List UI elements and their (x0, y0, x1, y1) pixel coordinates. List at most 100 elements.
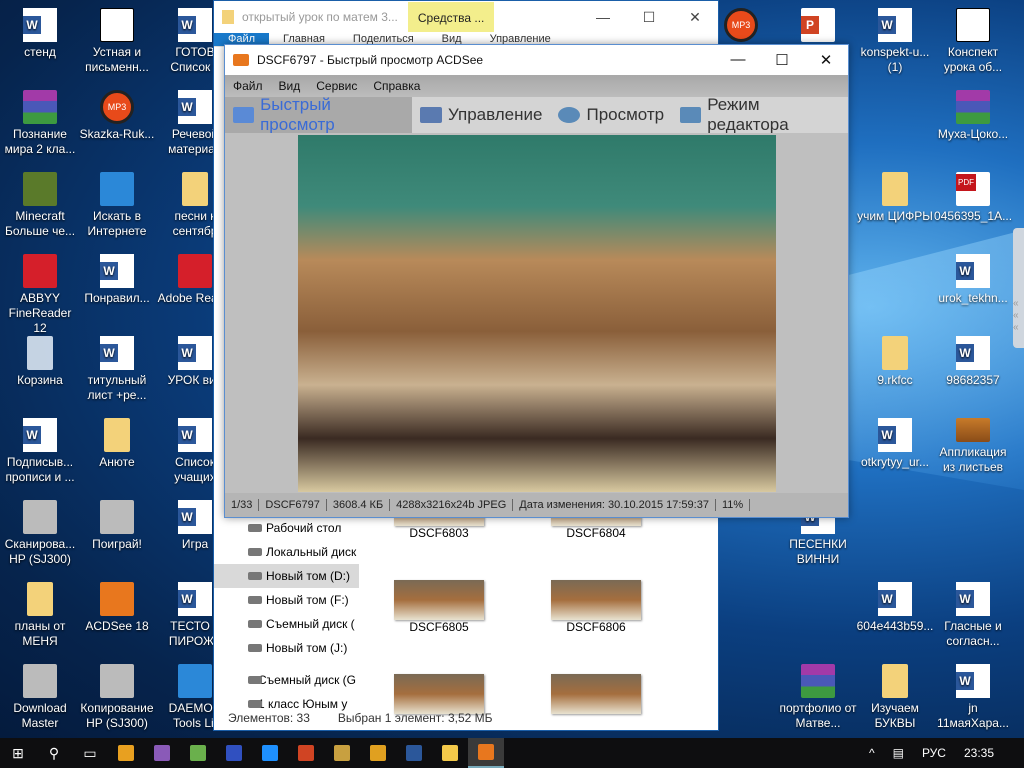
desktop-icon[interactable]: Копирование HP (SJ300) (78, 664, 156, 731)
explorer-titlebar: открытый урок по матем 3... Средства ...… (214, 1, 718, 33)
desktop-icon-label: Корзина (17, 373, 63, 387)
clock[interactable]: 23:35 (964, 746, 994, 760)
nav-item[interactable]: Новый том (D:) (214, 564, 359, 588)
desktop-icon[interactable]: Поиграй! (78, 500, 156, 552)
desktop-icon-label: 604e443b59... (856, 619, 934, 633)
word-file-icon (878, 418, 912, 452)
nav-item[interactable]: Локальный диск (214, 540, 359, 564)
desktop-icon[interactable]: Minecraft Больше че... (1, 172, 79, 239)
menu-item[interactable]: Справка (373, 79, 420, 93)
desktop-icon[interactable]: Анюте (78, 418, 156, 470)
red-file-icon (23, 254, 57, 288)
taskbar-app[interactable] (288, 738, 324, 768)
start-button[interactable]: ⊞ (0, 738, 36, 768)
desktop-icon-label: Изучаем БУКВЫ (871, 701, 919, 730)
close-button[interactable]: ✕ (804, 51, 848, 69)
desktop-icon[interactable]: konspekt-u... (1) (856, 8, 934, 75)
minimize-button[interactable]: — (580, 9, 626, 26)
desktop-icon[interactable]: 9.rkfcc (856, 336, 934, 388)
desktop-icon[interactable]: MP3 Skazka-Ruk... (78, 90, 156, 142)
word-icon (406, 745, 422, 761)
desktop-icon[interactable]: учим ЦИФРЫ (856, 172, 934, 224)
desktop-icon[interactable]: планы от МЕНЯ (1, 582, 79, 649)
nav-item[interactable]: Рабочий стол (214, 516, 359, 540)
desktop-icon[interactable]: Download Master (1, 664, 79, 731)
desktop-icon[interactable]: Сканирова... HP (SJ300) (1, 500, 79, 567)
desktop-icon[interactable]: Корзина (1, 336, 79, 388)
taskbar-app[interactable] (144, 738, 180, 768)
desktop-icon[interactable]: 604e443b59... (856, 582, 934, 634)
desktop-icon[interactable]: стенд (1, 8, 79, 60)
nav-item[interactable]: Съемный диск (G (214, 668, 359, 692)
maximize-button[interactable]: ☐ (760, 51, 804, 69)
desktop-icon[interactable]: jn 11маяХара... (934, 664, 1012, 731)
file-thumbnail[interactable]: DSCF6805 (394, 580, 484, 634)
desktop-icon[interactable]: Аппликация из листьев (934, 418, 1012, 475)
notification-icon[interactable]: ▤ (893, 746, 904, 760)
desktop-icon[interactable]: Понравил... (78, 254, 156, 306)
menu-item[interactable]: Сервис (316, 79, 357, 93)
mode-tab[interactable]: Управление (412, 97, 551, 133)
search-button[interactable]: ⚲ (36, 738, 72, 768)
context-tab[interactable]: Средства ... (407, 2, 495, 32)
status-field: 11% (716, 499, 751, 511)
language-indicator[interactable]: РУС (922, 746, 946, 760)
desktop-icon[interactable]: Муха-Цоко... (934, 90, 1012, 142)
edge-icon (262, 745, 278, 761)
desktop-icon[interactable]: urok_tekhn... (934, 254, 1012, 306)
taskbar-app[interactable] (396, 738, 432, 768)
desktop-icon-label: 98682357 (946, 373, 1000, 387)
chevron-up-icon[interactable]: ^ (869, 746, 875, 760)
gray-file-icon (23, 500, 57, 534)
desktop-icon-label: ПЕСЕНКИ ВИННИ (789, 537, 847, 566)
desktop-icon[interactable]: 98682357 (934, 336, 1012, 388)
mode-tab[interactable]: Быстрый просмотр (225, 95, 412, 134)
acdsee-titlebar: DSCF6797 - Быстрый просмотр ACDSee — ☐ ✕ (225, 45, 848, 75)
word-file-icon (23, 418, 57, 452)
taskbar-app[interactable] (324, 738, 360, 768)
desktop-icon[interactable]: Изучаем БУКВЫ (856, 664, 934, 731)
desktop-icon[interactable]: Гласные и согласн... (934, 582, 1012, 649)
desktop-icon[interactable]: Познание мира 2 кла... (1, 90, 79, 157)
nav-item[interactable]: Съемный диск ( (214, 612, 359, 636)
taskbar-app[interactable] (360, 738, 396, 768)
desktop-icon[interactable]: ABBYY FineReader 12 (1, 254, 79, 336)
word-file-icon (100, 336, 134, 370)
desktop-icon[interactable]: титульный лист +ре... (78, 336, 156, 403)
minimize-button[interactable]: — (716, 51, 760, 69)
task-view-button[interactable]: ▭ (72, 738, 108, 768)
nav-item[interactable]: Новый том (F:) (214, 588, 359, 612)
desktop-icon[interactable]: otkrytyy_ur... (856, 418, 934, 470)
file-thumbnail[interactable]: DSCF6806 (551, 580, 641, 634)
taskbar-app[interactable] (432, 738, 468, 768)
taskbar-app[interactable] (252, 738, 288, 768)
desktop-icon[interactable]: Конспект урока об... (934, 8, 1012, 75)
desktop-icon[interactable]: Подписыв... прописи и ... (1, 418, 79, 485)
mode-tab[interactable]: Просмотр (550, 97, 672, 133)
file-explorer-icon (442, 745, 458, 761)
word-file-icon (878, 582, 912, 616)
desktop-icon[interactable]: 0456395_1A... (934, 172, 1012, 224)
taskbar-app[interactable] (216, 738, 252, 768)
maximize-button[interactable]: ☐ (626, 9, 672, 26)
side-panel-handle[interactable]: ««« (1013, 228, 1024, 348)
taskbar-app[interactable] (108, 738, 144, 768)
classroom-photo[interactable] (298, 135, 776, 492)
close-button[interactable]: ✕ (672, 9, 718, 26)
navigation-pane: Рабочий стол Локальный диск Новый том (D:)… (214, 516, 359, 716)
gray-file-icon (100, 500, 134, 534)
status-field: DSCF6797 (259, 499, 327, 511)
taskbar-app[interactable] (180, 738, 216, 768)
taskbar-app[interactable] (468, 738, 504, 768)
menu-item[interactable]: Вид (279, 79, 301, 93)
desktop-icon[interactable]: ACDSee 18 (78, 582, 156, 634)
nav-item[interactable]: Новый том (J:) (214, 636, 359, 660)
desktop-icon[interactable]: Устная и письменн... (78, 8, 156, 75)
menu-item[interactable]: Файл (233, 79, 263, 93)
desktop-icon-label: портфолио от Матве... (779, 701, 857, 730)
desktop-icon[interactable]: портфолио от Матве... (779, 664, 857, 731)
acdsee-pro-icon (118, 745, 134, 761)
desktop-icon[interactable] (779, 8, 857, 45)
desktop-icon[interactable]: Искать в Интернете (78, 172, 156, 239)
mode-tab[interactable]: Режим редактора (672, 95, 848, 134)
